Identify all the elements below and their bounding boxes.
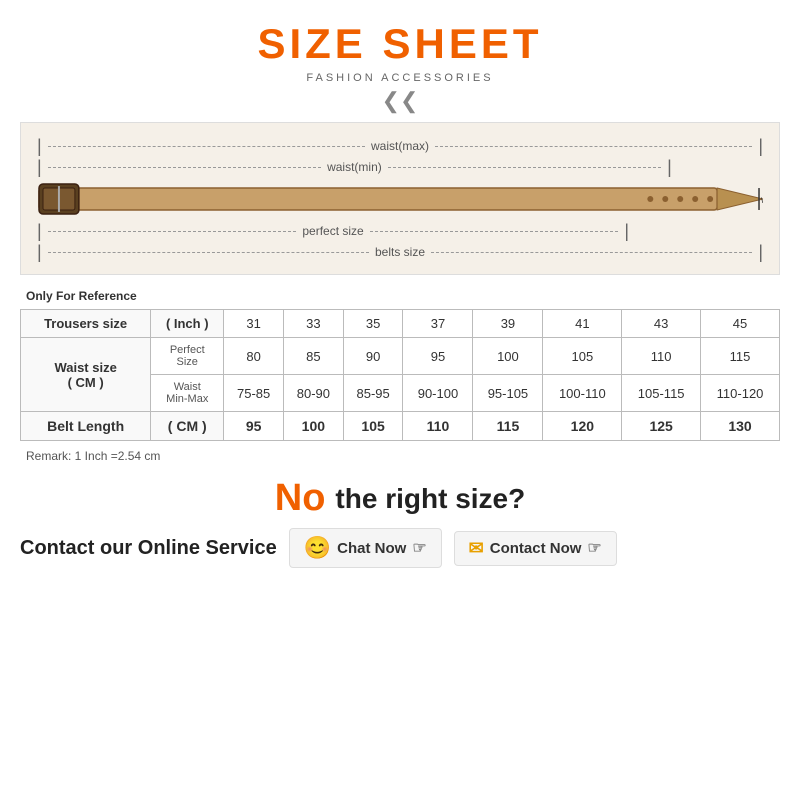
wm-35: 85-95 [343,375,403,412]
bl-35: 105 [343,412,403,441]
ps-31: 80 [224,338,284,375]
svg-text:width: width [760,195,763,206]
waist-min-row: | waist(min) | [37,158,763,176]
no-size-section: No the right size? [275,477,525,520]
subtitle: FASHION ACCESSORIES [306,72,493,84]
belt-diagram: | waist(max) | | waist(min) | [20,122,780,275]
perfect-size-row-data: Waist size( CM ) PerfectSize 80 85 90 95… [21,338,780,375]
waist-max-line-left [48,146,365,147]
belt-image: width [37,180,763,218]
wm-45: 110-120 [701,375,780,412]
col-39: 39 [473,310,543,338]
wm-37: 90-100 [403,375,473,412]
remark: Remark: 1 Inch =2.54 cm [26,449,160,463]
page-title: SIZE SHEET [257,20,542,68]
trousers-size-header: Trousers size [21,310,151,338]
bl-45: 130 [701,412,780,441]
mail-icon: ✉ [469,538,484,559]
perfect-size-row: | perfect size | [37,222,763,240]
ps-33: 85 [283,338,343,375]
belts-size-row: | belts size | [37,243,763,261]
wm-43: 105-115 [622,375,701,412]
col-41: 41 [543,310,622,338]
bl-31: 95 [224,412,284,441]
waist-size-label: Waist size( CM ) [21,338,151,412]
col-35: 35 [343,310,403,338]
contact-section: Contact our Online Service 😊 Chat Now ☞ … [20,528,780,568]
belts-size-line-left [48,252,369,253]
belts-size-label: belts size [375,245,425,259]
bl-41: 120 [543,412,622,441]
ps-35: 90 [343,338,403,375]
belt-cm-label: ( CM ) [151,412,224,441]
perfect-size-sub: PerfectSize [151,338,224,375]
bl-37: 110 [403,412,473,441]
waist-max-label: waist(max) [371,139,429,153]
waist-min-line-left [48,167,321,168]
size-table: Trousers size ( Inch ) 31 33 35 37 39 41… [20,309,780,441]
col-45: 45 [701,310,780,338]
bl-33: 100 [283,412,343,441]
inch-header: ( Inch ) [151,310,224,338]
waist-min-label: waist(min) [327,160,382,174]
wm-39: 95-105 [473,375,543,412]
table-header-row: Trousers size ( Inch ) 31 33 35 37 39 41… [21,310,780,338]
bl-39: 115 [473,412,543,441]
chat-now-button[interactable]: 😊 Chat Now ☞ [289,528,442,568]
ps-41: 105 [543,338,622,375]
wm-31: 75-85 [224,375,284,412]
chevrons-icon: ❮❮ [382,90,419,112]
waist-max-line-right [435,146,752,147]
col-31: 31 [224,310,284,338]
wm-41: 100-110 [543,375,622,412]
perfect-size-label: perfect size [302,224,363,238]
waist-max-row: | waist(max) | [37,137,763,155]
hand-icon-chat: ☞ [412,538,426,558]
bl-43: 125 [622,412,701,441]
reference-note: Only For Reference [26,289,137,303]
page: SIZE SHEET FASHION ACCESSORIES ❮❮ | wais… [0,0,800,800]
ps-45: 115 [701,338,780,375]
wm-33: 80-90 [283,375,343,412]
chat-btn-label: Chat Now [337,540,406,557]
belt-length-row: Belt Length ( CM ) 95 100 105 110 115 12… [21,412,780,441]
belts-size-line-right [431,252,752,253]
col-37: 37 [403,310,473,338]
waist-minmax-sub: WaistMin-Max [151,375,224,412]
right-size-text: the right size? [335,483,525,515]
waist-min-line-right [388,167,661,168]
contact-label: Contact our Online Service [20,537,277,560]
ps-37: 95 [403,338,473,375]
col-43: 43 [622,310,701,338]
contact-btn-label: Contact Now [490,540,582,557]
hand-icon-contact: ☞ [587,538,601,558]
perfect-size-line-left [48,231,297,232]
ps-39: 100 [473,338,543,375]
perfect-size-line-right [370,231,619,232]
chat-icon: 😊 [304,535,331,561]
contact-now-button[interactable]: ✉ Contact Now ☞ [454,531,617,566]
col-33: 33 [283,310,343,338]
belt-length-label: Belt Length [21,412,151,441]
ps-43: 110 [622,338,701,375]
no-label: No [275,477,326,520]
